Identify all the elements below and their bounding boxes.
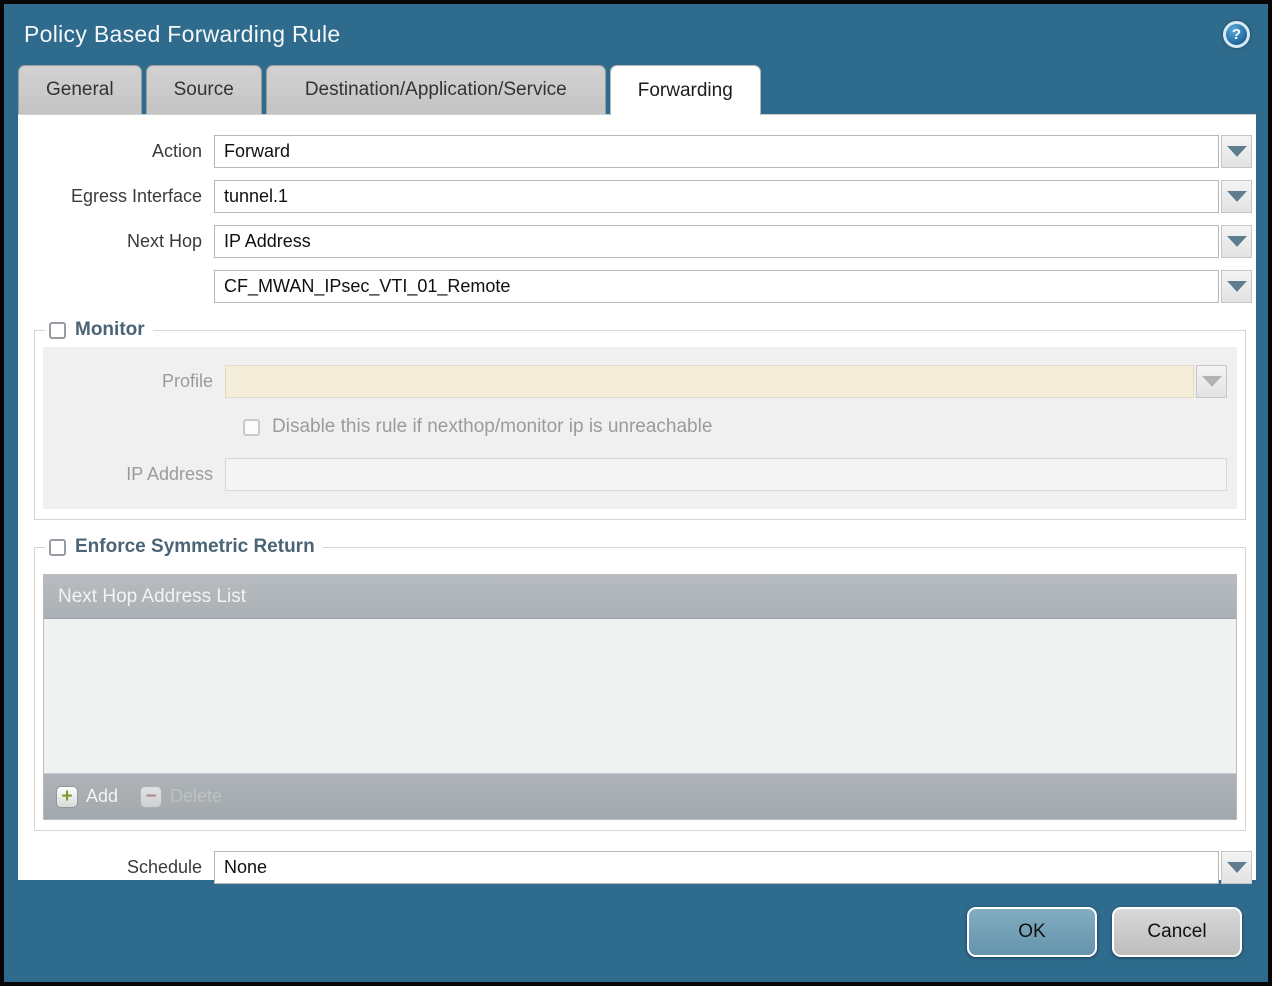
forwarding-tab-panel: Action Forward Egress Interface tunnel.1… <box>18 114 1256 880</box>
enforce-symmetric-return-fieldset: Enforce Symmetric Return Next Hop Addres… <box>34 536 1246 831</box>
next-hop-dropdown-button[interactable] <box>1221 225 1252 258</box>
egress-interface-row: Egress Interface tunnel.1 <box>18 180 1252 213</box>
next-hop-address-row: CF_MWAN_IPsec_VTI_01_Remote <box>18 270 1252 303</box>
tab-strip: General Source Destination/Application/S… <box>4 64 1268 114</box>
tab-general[interactable]: General <box>18 65 142 114</box>
profile-row: Profile <box>43 365 1227 398</box>
cancel-button[interactable]: Cancel <box>1112 907 1242 957</box>
chevron-down-icon <box>1227 146 1247 157</box>
disable-rule-row: Disable this rule if nexthop/monitor ip … <box>243 416 1227 438</box>
monitor-ip-address-row: IP Address <box>43 458 1227 491</box>
plus-icon: + <box>56 786 78 808</box>
action-row: Action Forward <box>18 135 1252 168</box>
delete-button[interactable]: − Delete <box>140 786 222 808</box>
action-dropdown-button[interactable] <box>1221 135 1252 168</box>
tab-forwarding[interactable]: Forwarding <box>610 65 761 115</box>
next-hop-label: Next Hop <box>18 231 214 252</box>
next-hop-address-list-table: Next Hop Address List + Add − Delete <box>43 574 1237 820</box>
monitor-disabled-area: Profile Disable this rule if nexthop/mon… <box>43 347 1237 509</box>
tab-source[interactable]: Source <box>146 65 262 114</box>
schedule-label: Schedule <box>18 857 214 878</box>
enforce-symmetric-return-legend-label: Enforce Symmetric Return <box>75 536 315 558</box>
monitor-legend: Monitor <box>45 319 153 341</box>
tab-destination-application-service[interactable]: Destination/Application/Service <box>266 65 606 114</box>
next-hop-type-select[interactable]: IP Address <box>214 225 1219 258</box>
dialog-title: Policy Based Forwarding Rule <box>24 21 341 48</box>
add-button-label: Add <box>86 786 118 807</box>
monitor-checkbox[interactable] <box>49 322 66 339</box>
action-select[interactable]: Forward <box>214 135 1219 168</box>
monitor-ip-address-label: IP Address <box>43 464 225 485</box>
help-icon[interactable]: ? <box>1223 21 1250 48</box>
next-hop-address-select[interactable]: CF_MWAN_IPsec_VTI_01_Remote <box>214 270 1219 303</box>
add-button[interactable]: + Add <box>56 786 118 808</box>
chevron-down-icon <box>1227 191 1247 202</box>
enforce-symmetric-return-checkbox[interactable] <box>49 539 66 556</box>
chevron-down-icon <box>1227 281 1247 292</box>
chevron-down-icon <box>1227 236 1247 247</box>
chevron-down-icon <box>1227 862 1247 873</box>
disable-rule-checkbox <box>243 419 260 436</box>
monitor-legend-label: Monitor <box>75 319 145 341</box>
profile-dropdown-button <box>1196 365 1227 398</box>
next-hop-address-list-toolbar: + Add − Delete <box>44 773 1236 819</box>
delete-button-label: Delete <box>170 786 222 807</box>
profile-select <box>225 365 1194 398</box>
disable-rule-label: Disable this rule if nexthop/monitor ip … <box>272 416 712 438</box>
schedule-row: Schedule None <box>18 851 1252 884</box>
egress-interface-select[interactable]: tunnel.1 <box>214 180 1219 213</box>
enforce-symmetric-return-legend: Enforce Symmetric Return <box>45 536 323 558</box>
next-hop-address-list-header[interactable]: Next Hop Address List <box>44 575 1236 619</box>
minus-icon: − <box>140 786 162 808</box>
next-hop-row: Next Hop IP Address <box>18 225 1252 258</box>
policy-based-forwarding-dialog: Policy Based Forwarding Rule ? General S… <box>0 0 1272 986</box>
ok-button[interactable]: OK <box>967 907 1097 957</box>
egress-interface-label: Egress Interface <box>18 186 214 207</box>
schedule-select[interactable]: None <box>214 851 1219 884</box>
dialog-titlebar: Policy Based Forwarding Rule ? <box>4 4 1268 64</box>
monitor-fieldset: Monitor Profile Disable this rule if nex… <box>34 319 1246 520</box>
egress-interface-dropdown-button[interactable] <box>1221 180 1252 213</box>
next-hop-address-dropdown-button[interactable] <box>1221 270 1252 303</box>
monitor-ip-address-input <box>225 458 1227 491</box>
schedule-dropdown-button[interactable] <box>1221 851 1252 884</box>
action-label: Action <box>18 141 214 162</box>
chevron-down-icon <box>1202 376 1222 387</box>
next-hop-address-list-body[interactable] <box>44 619 1236 773</box>
profile-label: Profile <box>43 371 225 392</box>
dialog-footer: OK Cancel <box>4 880 1268 957</box>
